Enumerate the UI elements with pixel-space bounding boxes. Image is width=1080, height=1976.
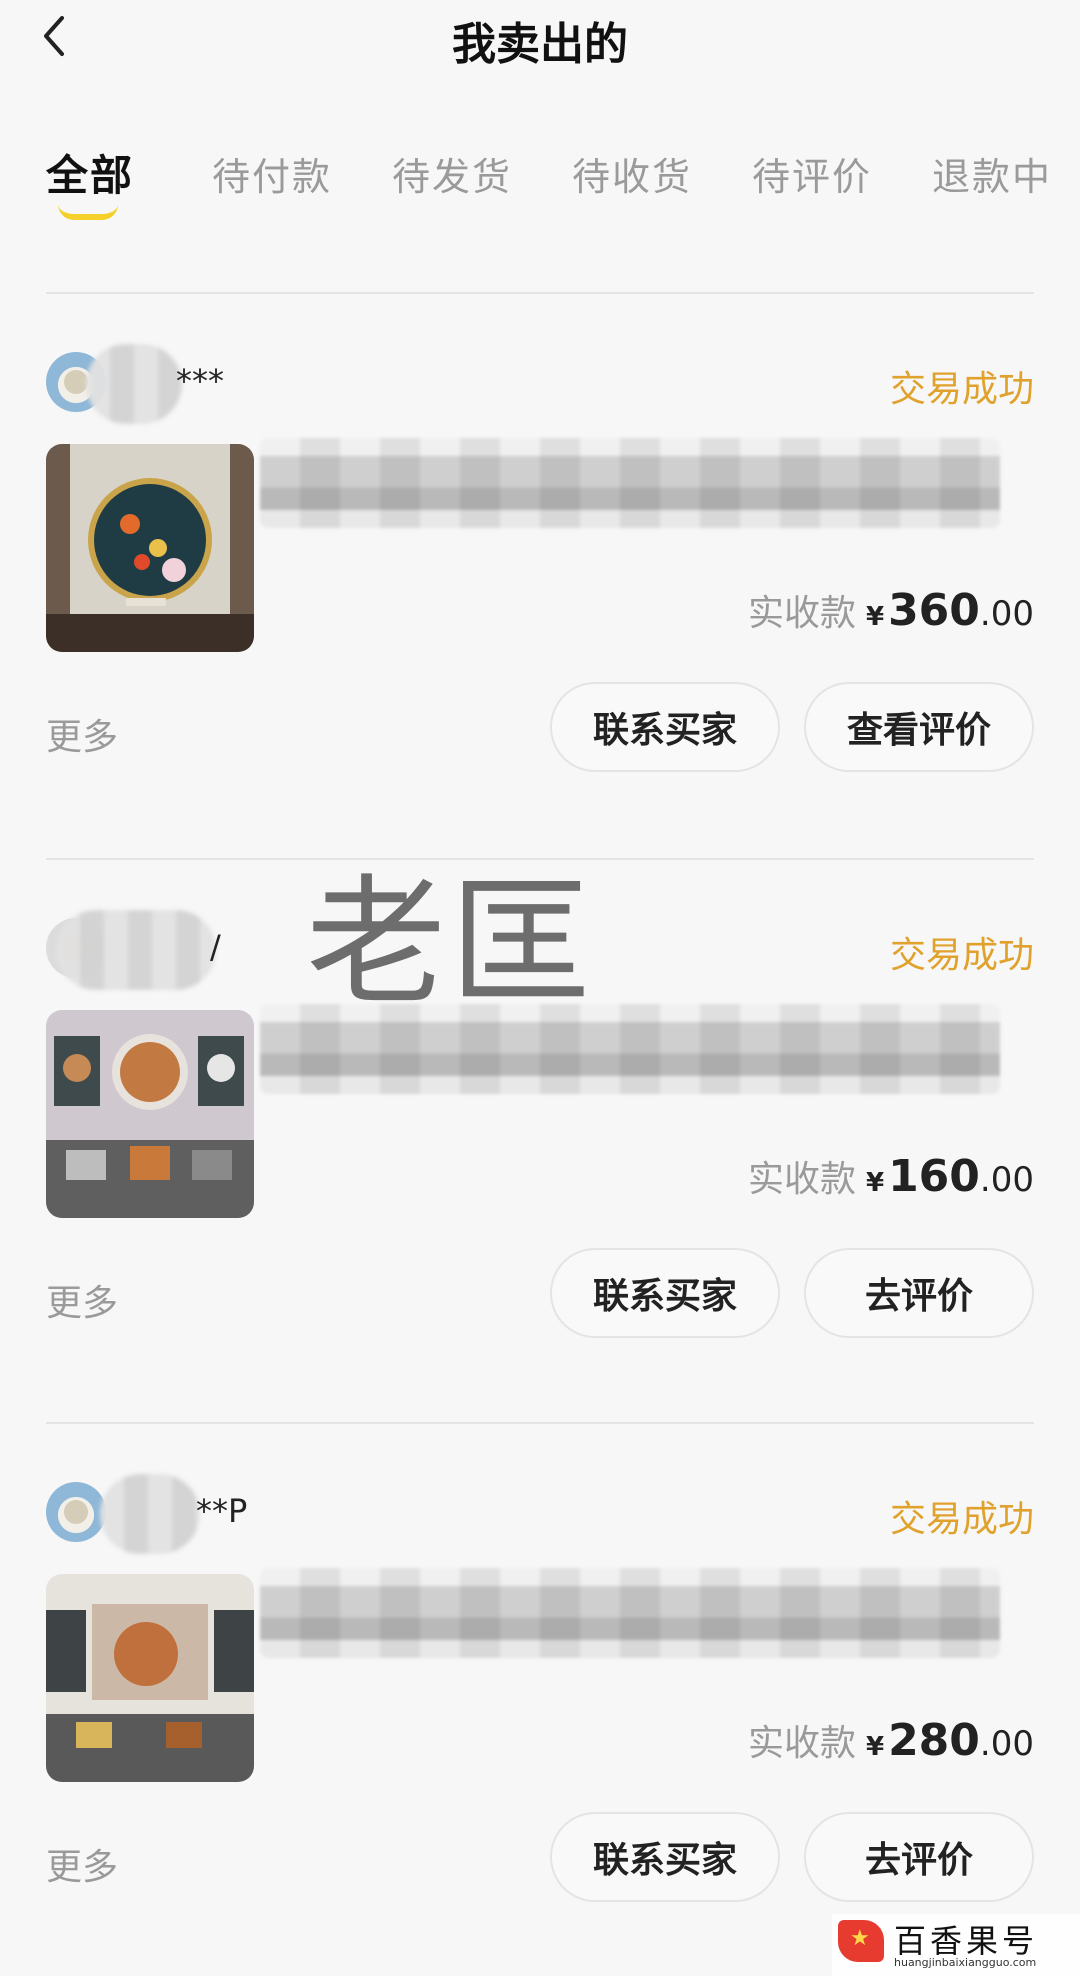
- price-integer: 360: [888, 585, 980, 636]
- currency-symbol: ¥: [865, 602, 885, 632]
- received-amount: 实收款 ¥ 360 .00: [748, 584, 1034, 636]
- overlay-watermark-text: 老匡: [306, 862, 595, 1025]
- more-link[interactable]: 更多: [46, 708, 118, 760]
- order-status: 交易成功: [889, 369, 1034, 410]
- product-title-mosaic: [260, 1568, 1000, 1658]
- buyer-name-mosaic: [86, 344, 182, 424]
- page-title: 我卖出的: [452, 19, 628, 70]
- buyer-name: **P: [196, 1492, 248, 1530]
- buyer-name-mosaic: [100, 1474, 200, 1554]
- buyer-name: ***: [176, 362, 224, 400]
- order-tabs: 全部 待付款 待发货 待收货 待评价 退款中: [0, 140, 1080, 230]
- divider: [46, 1422, 1034, 1424]
- write-review-button[interactable]: 去评价: [804, 1248, 1034, 1338]
- site-watermark: 百香果号 huangjinbaixiangguo.com: [832, 1914, 1080, 1976]
- tab-refunding[interactable]: 退款中: [932, 146, 1052, 201]
- more-link[interactable]: 更多: [46, 1838, 118, 1890]
- price-decimal: .00: [979, 1724, 1034, 1764]
- product-thumbnail[interactable]: [46, 444, 254, 652]
- tab-pending-payment[interactable]: 待付款: [212, 146, 332, 201]
- contact-buyer-button[interactable]: 联系买家: [550, 1812, 780, 1902]
- contact-buyer-button[interactable]: 联系买家: [550, 682, 780, 772]
- tab-pending-review[interactable]: 待评价: [752, 146, 872, 201]
- price-label: 实收款: [747, 1723, 856, 1764]
- currency-symbol: ¥: [865, 1168, 885, 1198]
- order-status: 交易成功: [889, 1499, 1034, 1540]
- received-amount: 实收款 ¥ 160 .00: [748, 1150, 1034, 1202]
- price-integer: 280: [888, 1715, 980, 1766]
- view-review-button[interactable]: 查看评价: [804, 682, 1034, 772]
- buyer-avatar[interactable]: [46, 1482, 106, 1542]
- product-thumbnail[interactable]: [46, 1574, 254, 1782]
- tab-all[interactable]: 全部: [46, 142, 134, 203]
- product-title-mosaic: [260, 438, 1000, 528]
- contact-buyer-button[interactable]: 联系买家: [550, 1248, 780, 1338]
- write-review-button[interactable]: 去评价: [804, 1812, 1034, 1902]
- price-integer: 160: [888, 1151, 980, 1202]
- more-link[interactable]: 更多: [46, 1274, 118, 1326]
- header: 我卖出的: [0, 0, 1080, 80]
- active-tab-indicator: [58, 204, 118, 220]
- tab-pending-shipment[interactable]: 待发货: [392, 146, 512, 201]
- order-card: **P 交易成功 实收款 ¥ 280 .00 更多 联系买家 去评价: [0, 1474, 1080, 1976]
- logo-icon: [838, 1920, 884, 1962]
- tab-pending-receipt[interactable]: 待收货: [572, 146, 692, 201]
- price-decimal: .00: [979, 1160, 1034, 1200]
- divider: [46, 292, 1034, 294]
- buyer-name-mosaic: [56, 910, 216, 990]
- order-status: 交易成功: [889, 935, 1034, 976]
- price-decimal: .00: [979, 594, 1034, 634]
- received-amount: 实收款 ¥ 280 .00: [748, 1714, 1034, 1766]
- product-thumbnail[interactable]: [46, 1010, 254, 1218]
- price-label: 实收款: [747, 593, 856, 634]
- watermark-url: huangjinbaixiangguo.com: [894, 1956, 1037, 1969]
- currency-symbol: ¥: [865, 1732, 885, 1762]
- buyer-name: /: [210, 928, 221, 966]
- price-label: 实收款: [747, 1159, 856, 1200]
